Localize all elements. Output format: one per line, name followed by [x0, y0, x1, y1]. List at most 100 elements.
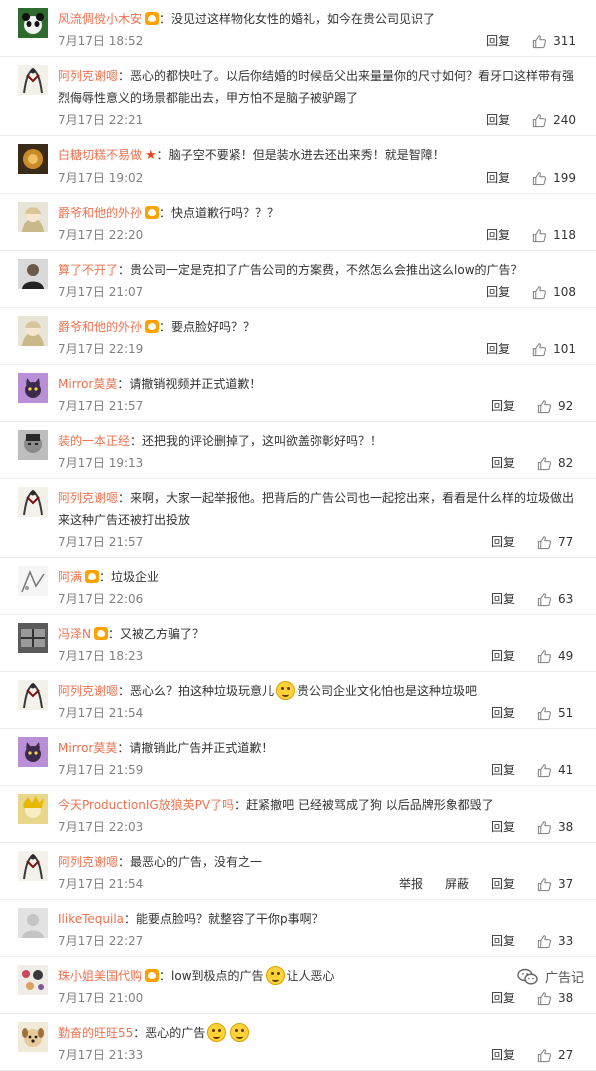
- reply-button[interactable]: 回复: [491, 588, 515, 610]
- like-button[interactable]: 41: [537, 759, 576, 781]
- comment-meta: 7月17日 19:13 回复 82: [58, 452, 576, 474]
- like-button[interactable]: 33: [537, 930, 576, 952]
- anime-avatar[interactable]: [18, 316, 48, 346]
- report-button[interactable]: 举报: [399, 873, 423, 895]
- thumbs-up-icon: [537, 763, 552, 777]
- username-link[interactable]: 白糖切糕不易做: [58, 148, 142, 162]
- reply-button[interactable]: 回复: [491, 452, 515, 474]
- reply-button[interactable]: 回复: [491, 987, 515, 1009]
- cat-avatar[interactable]: [18, 373, 48, 403]
- dog-avatar[interactable]: [18, 1022, 48, 1052]
- username-link[interactable]: IlikeTequila: [58, 912, 124, 926]
- comment-colon: ：: [118, 684, 131, 698]
- like-button[interactable]: 101: [532, 338, 576, 360]
- reply-button[interactable]: 回复: [491, 395, 515, 417]
- username-link[interactable]: 装的一本正经: [58, 434, 130, 448]
- like-button[interactable]: 27: [537, 1044, 576, 1066]
- face-avatar[interactable]: [18, 430, 48, 460]
- comment-meta: 7月17日 18:52 回复 311: [58, 30, 576, 52]
- comment-body: 阿列克谢嗯：恶心的都快吐了。以后你结婚的时候岳父出来量量你的尺寸如何？看牙口这样…: [58, 57, 596, 131]
- username-link[interactable]: 阿满: [58, 570, 82, 584]
- username-link[interactable]: 阿列克谢嗯: [58, 69, 118, 83]
- reply-button[interactable]: 回复: [486, 109, 510, 131]
- like-button[interactable]: 240: [532, 109, 576, 131]
- like-button[interactable]: 51: [537, 702, 576, 724]
- comment-text: 恶心的都快吐了。以后你结婚的时候岳父出来量量你的尺寸如何？看牙口这样带有强烈侮辱…: [58, 69, 575, 105]
- like-button[interactable]: 38: [537, 816, 576, 838]
- comment-item: 阿列克谢嗯：最恶心的广告，没有之一 7月17日 21:54 举报 屏蔽 回复 37: [0, 843, 596, 900]
- reply-button[interactable]: 回复: [491, 531, 515, 553]
- like-button[interactable]: 311: [532, 30, 576, 52]
- comment-item: 勤奋的旺旺55：恶心的广告 7月17日 21:33 回复 27: [0, 1014, 596, 1071]
- username-link[interactable]: 爵爷和他的外孙: [58, 206, 142, 220]
- comment-list: 风流倜傥小木安 ：没见过这样物化女性的婚礼，如今在贵公司见识了 7月17日 18:5…: [0, 0, 596, 1071]
- comment-colon: ：: [133, 1026, 146, 1040]
- ink-avatar[interactable]: [18, 487, 48, 517]
- ink-avatar[interactable]: [18, 680, 48, 710]
- comment-time: 7月17日 21:57: [58, 535, 144, 549]
- like-count: 240: [553, 113, 576, 127]
- username-link[interactable]: 算了不开了: [58, 263, 118, 277]
- panda-avatar[interactable]: [18, 8, 48, 38]
- ink-avatar[interactable]: [18, 851, 48, 881]
- comment-time: 7月17日 21:59: [58, 763, 144, 777]
- anime-avatar[interactable]: [18, 202, 48, 232]
- like-button[interactable]: 49: [537, 645, 576, 667]
- reply-button[interactable]: 回复: [491, 1044, 515, 1066]
- username-link[interactable]: 阿列克谢嗯: [58, 684, 118, 698]
- reply-button[interactable]: 回复: [491, 873, 515, 895]
- like-button[interactable]: 118: [532, 224, 576, 246]
- comment-meta: 7月17日 21:07 回复 108: [58, 281, 576, 303]
- comment-body: Mirror莫莫：请撤销视频并正式道歉！ 7月17日 21:57 回复 92: [58, 365, 596, 417]
- reply-button[interactable]: 回复: [491, 759, 515, 781]
- reply-button[interactable]: 回复: [491, 645, 515, 667]
- reply-button[interactable]: 回复: [486, 281, 510, 303]
- smile-emoji-icon: [230, 1023, 250, 1042]
- reply-button[interactable]: 回复: [491, 702, 515, 724]
- comment-meta: 7月17日 22:20 回复 118: [58, 224, 576, 246]
- username-link[interactable]: 阿列克谢嗯: [58, 491, 118, 505]
- reply-button[interactable]: 回复: [486, 30, 510, 52]
- man-avatar[interactable]: [18, 259, 48, 289]
- comment-colon: ：: [107, 627, 120, 641]
- comment-body: 冯泽N ：又被乙方骗了？ 7月17日 18:23 回复 49: [58, 615, 596, 667]
- like-button[interactable]: 199: [532, 167, 576, 189]
- yellow-avatar[interactable]: [18, 794, 48, 824]
- reply-button[interactable]: 回复: [486, 167, 510, 189]
- like-button[interactable]: 77: [537, 531, 576, 553]
- window-avatar[interactable]: [18, 623, 48, 653]
- cake-avatar[interactable]: [18, 144, 48, 174]
- sketch-avatar[interactable]: [18, 566, 48, 596]
- cat-avatar[interactable]: [18, 737, 48, 767]
- ink-avatar[interactable]: [18, 65, 48, 95]
- username-link[interactable]: 冯泽N: [58, 627, 91, 641]
- reply-button[interactable]: 回复: [486, 224, 510, 246]
- reply-button[interactable]: 回复: [491, 816, 515, 838]
- thumbs-up-icon: [537, 1048, 552, 1062]
- like-button[interactable]: 37: [537, 873, 576, 895]
- username-link[interactable]: 勤奋的旺旺55: [58, 1026, 133, 1040]
- like-button[interactable]: 38: [537, 987, 576, 1009]
- comment-time: 7月17日 21:54: [58, 877, 144, 891]
- like-count: 38: [558, 820, 574, 834]
- comment-item: 阿列克谢嗯：恶心的都快吐了。以后你结婚的时候岳父出来量量你的尺寸如何？看牙口这样…: [0, 57, 596, 136]
- username-link[interactable]: Mirror莫莫: [58, 741, 117, 755]
- like-button[interactable]: 92: [537, 395, 576, 417]
- thumbs-up-icon: [532, 342, 547, 356]
- reply-button[interactable]: 回复: [491, 930, 515, 952]
- block-button[interactable]: 屏蔽: [445, 873, 469, 895]
- default-avatar[interactable]: [18, 908, 48, 938]
- dots-avatar[interactable]: [18, 965, 48, 995]
- username-link[interactable]: 阿列克谢嗯: [58, 855, 118, 869]
- username-link[interactable]: 风流倜傥小木安: [58, 12, 142, 26]
- reply-button[interactable]: 回复: [486, 338, 510, 360]
- like-button[interactable]: 63: [537, 588, 576, 610]
- username-link[interactable]: 爵爷和他的外孙: [58, 320, 142, 334]
- like-button[interactable]: 108: [532, 281, 576, 303]
- username-link[interactable]: 今天ProductionIG放狼英PV了吗: [58, 798, 234, 812]
- like-button[interactable]: 82: [537, 452, 576, 474]
- like-count: 77: [558, 535, 574, 549]
- comment-body: 算了不开了：贵公司一定是克扣了广告公司的方案费，不然怎么会推出这么low的广告？…: [58, 251, 596, 303]
- username-link[interactable]: 珠小姐美国代购: [58, 969, 142, 983]
- username-link[interactable]: Mirror莫莫: [58, 377, 117, 391]
